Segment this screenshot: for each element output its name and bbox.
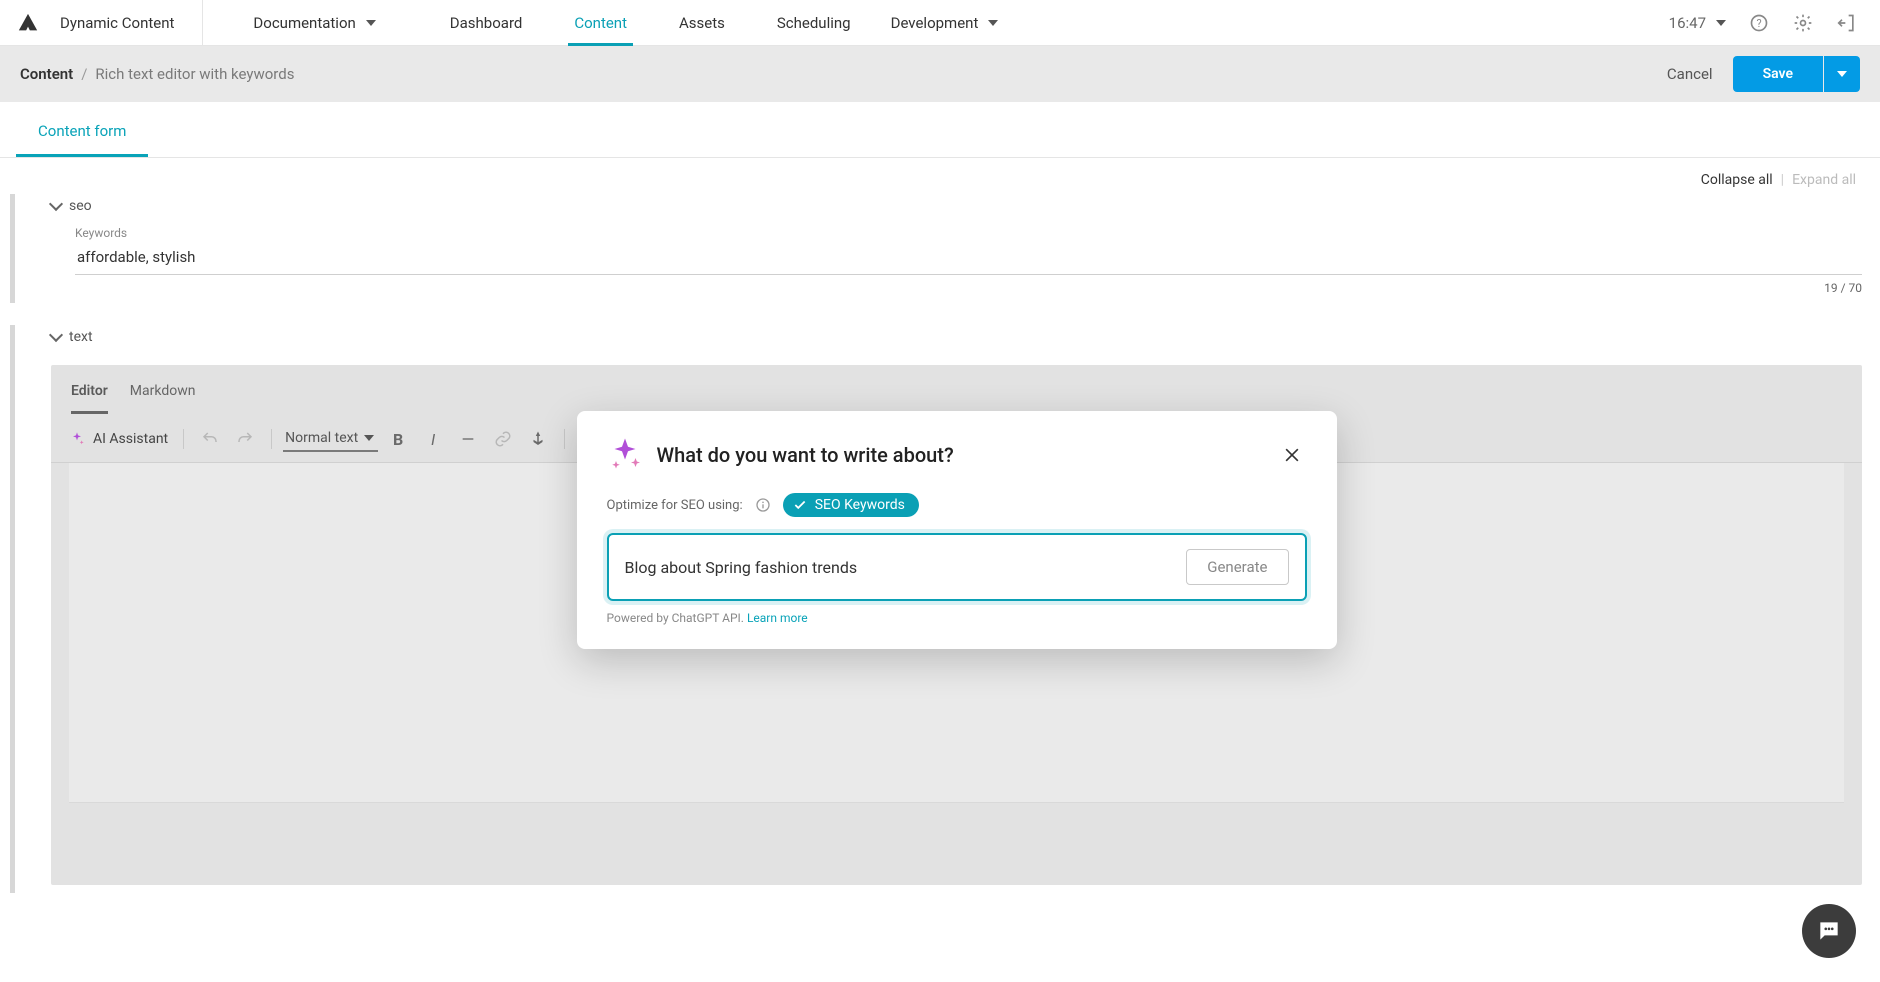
cancel-button[interactable]: Cancel bbox=[1667, 65, 1713, 83]
ai-dialog: What do you want to write about? Optimiz… bbox=[577, 411, 1337, 649]
powered-label: Powered by ChatGPT API. bbox=[607, 611, 747, 625]
chevron-down-icon bbox=[1716, 20, 1726, 26]
tab-label: Content bbox=[574, 14, 627, 32]
editor-panel: Editor Markdown AI Assistant Normal text… bbox=[51, 365, 1862, 885]
breadcrumb-current: Rich text editor with keywords bbox=[95, 65, 294, 83]
brand-logo bbox=[0, 12, 56, 34]
breadcrumb-separator: / bbox=[81, 65, 87, 83]
tab-dashboard[interactable]: Dashboard bbox=[424, 0, 549, 46]
documentation-dropdown[interactable]: Documentation bbox=[235, 0, 393, 46]
learn-more-link[interactable]: Learn more bbox=[747, 611, 808, 625]
close-icon bbox=[1282, 445, 1302, 465]
check-icon bbox=[793, 498, 807, 512]
text-style-dropdown[interactable]: Normal text bbox=[283, 426, 378, 452]
redo-button bbox=[230, 424, 260, 454]
tab-label: Scheduling bbox=[777, 14, 851, 32]
help-icon[interactable]: ? bbox=[1748, 12, 1770, 34]
editor-tabs: Editor Markdown bbox=[51, 365, 1862, 414]
keywords-label: Keywords bbox=[75, 226, 1862, 240]
toolbar-separator bbox=[183, 429, 184, 449]
separator: | bbox=[1781, 172, 1784, 188]
generate-button[interactable]: Generate bbox=[1186, 549, 1288, 585]
chevron-down-icon bbox=[1837, 71, 1847, 77]
section-text: text Editor Markdown AI Assistant Normal… bbox=[10, 325, 1880, 893]
prompt-input[interactable] bbox=[625, 558, 1175, 577]
chevron-down-icon bbox=[364, 435, 374, 441]
collapse-all-button[interactable]: Collapse all bbox=[1701, 172, 1773, 188]
seo-optimize-row: Optimize for SEO using: SEO Keywords bbox=[607, 493, 1307, 517]
crumb-actions: Cancel Save bbox=[1667, 56, 1860, 92]
prompt-box: Generate bbox=[607, 533, 1307, 601]
tab-markdown[interactable]: Markdown bbox=[130, 383, 196, 414]
undo-button bbox=[195, 424, 225, 454]
tab-label: Assets bbox=[679, 14, 725, 32]
save-button[interactable]: Save bbox=[1733, 56, 1823, 92]
documentation-label: Documentation bbox=[253, 14, 355, 32]
tab-content[interactable]: Content bbox=[548, 0, 653, 46]
text-style-label: Normal text bbox=[285, 430, 358, 446]
svg-text:?: ? bbox=[1756, 17, 1761, 30]
info-icon[interactable] bbox=[755, 497, 771, 513]
chat-fab[interactable] bbox=[1802, 904, 1856, 958]
strikethrough-button[interactable] bbox=[453, 424, 483, 454]
section-seo: seo Keywords 19 / 70 bbox=[10, 194, 1880, 303]
development-label: Development bbox=[891, 14, 979, 32]
seo-chip-label: SEO Keywords bbox=[815, 497, 905, 513]
amplience-logo-icon bbox=[17, 12, 39, 34]
seo-keywords-chip[interactable]: SEO Keywords bbox=[783, 493, 919, 517]
ai-assistant-button[interactable]: AI Assistant bbox=[69, 431, 172, 447]
time-label: 16:47 bbox=[1669, 14, 1706, 32]
italic-button[interactable]: I bbox=[418, 424, 448, 454]
content-form-tabrow: Content form bbox=[0, 102, 1880, 158]
tab-scheduling[interactable]: Scheduling bbox=[751, 0, 877, 46]
chat-icon bbox=[1816, 918, 1842, 944]
toolbar-separator bbox=[564, 429, 565, 449]
breadcrumb-bar: Content / Rich text editor with keywords… bbox=[0, 46, 1880, 102]
toolbar-separator bbox=[271, 429, 272, 449]
settings-icon[interactable] bbox=[1792, 12, 1814, 34]
chevron-down-icon bbox=[49, 197, 63, 211]
expand-all-button: Expand all bbox=[1792, 172, 1856, 188]
section-text-toggle[interactable]: text bbox=[51, 325, 1862, 357]
development-dropdown[interactable]: Development bbox=[877, 14, 1013, 32]
chevron-down-icon bbox=[988, 20, 998, 26]
tab-assets[interactable]: Assets bbox=[653, 0, 751, 46]
tab-content-form[interactable]: Content form bbox=[16, 122, 148, 157]
logout-icon[interactable] bbox=[1836, 12, 1858, 34]
section-title: text bbox=[69, 329, 93, 345]
collapse-expand-row: Collapse all | Expand all bbox=[0, 158, 1880, 194]
anchor-button[interactable] bbox=[523, 424, 553, 454]
powered-row: Powered by ChatGPT API. Learn more bbox=[607, 611, 1307, 625]
nav-tabs: Dashboard Content Assets Scheduling bbox=[424, 0, 877, 46]
section-seo-toggle[interactable]: seo bbox=[51, 194, 1862, 226]
save-dropdown-button[interactable] bbox=[1824, 56, 1860, 92]
dialog-close-button[interactable] bbox=[1277, 440, 1307, 470]
dialog-title: What do you want to write about? bbox=[657, 443, 954, 467]
body-area: Collapse all | Expand all seo Keywords 1… bbox=[0, 158, 1880, 982]
chevron-down-icon bbox=[49, 328, 63, 342]
optimize-label: Optimize for SEO using: bbox=[607, 498, 743, 513]
section-title: seo bbox=[69, 198, 92, 214]
tab-editor[interactable]: Editor bbox=[71, 383, 108, 414]
chevron-down-icon bbox=[366, 20, 376, 26]
ai-assistant-label: AI Assistant bbox=[93, 431, 168, 447]
top-nav: Dynamic Content Documentation Dashboard … bbox=[0, 0, 1880, 46]
time-dropdown[interactable]: 16:47 bbox=[1669, 14, 1726, 32]
link-button bbox=[488, 424, 518, 454]
sparkles-icon bbox=[69, 431, 85, 447]
sparkles-icon bbox=[607, 437, 643, 473]
keywords-char-count: 19 / 70 bbox=[75, 275, 1862, 295]
brand-label: Dynamic Content bbox=[56, 0, 203, 46]
dialog-header: What do you want to write about? bbox=[607, 437, 1307, 473]
keywords-input[interactable] bbox=[75, 240, 1862, 275]
topnav-right: 16:47 ? bbox=[1669, 12, 1880, 34]
breadcrumb-root[interactable]: Content bbox=[20, 65, 73, 83]
tab-label: Dashboard bbox=[450, 14, 523, 32]
bold-button[interactable]: B bbox=[383, 424, 413, 454]
